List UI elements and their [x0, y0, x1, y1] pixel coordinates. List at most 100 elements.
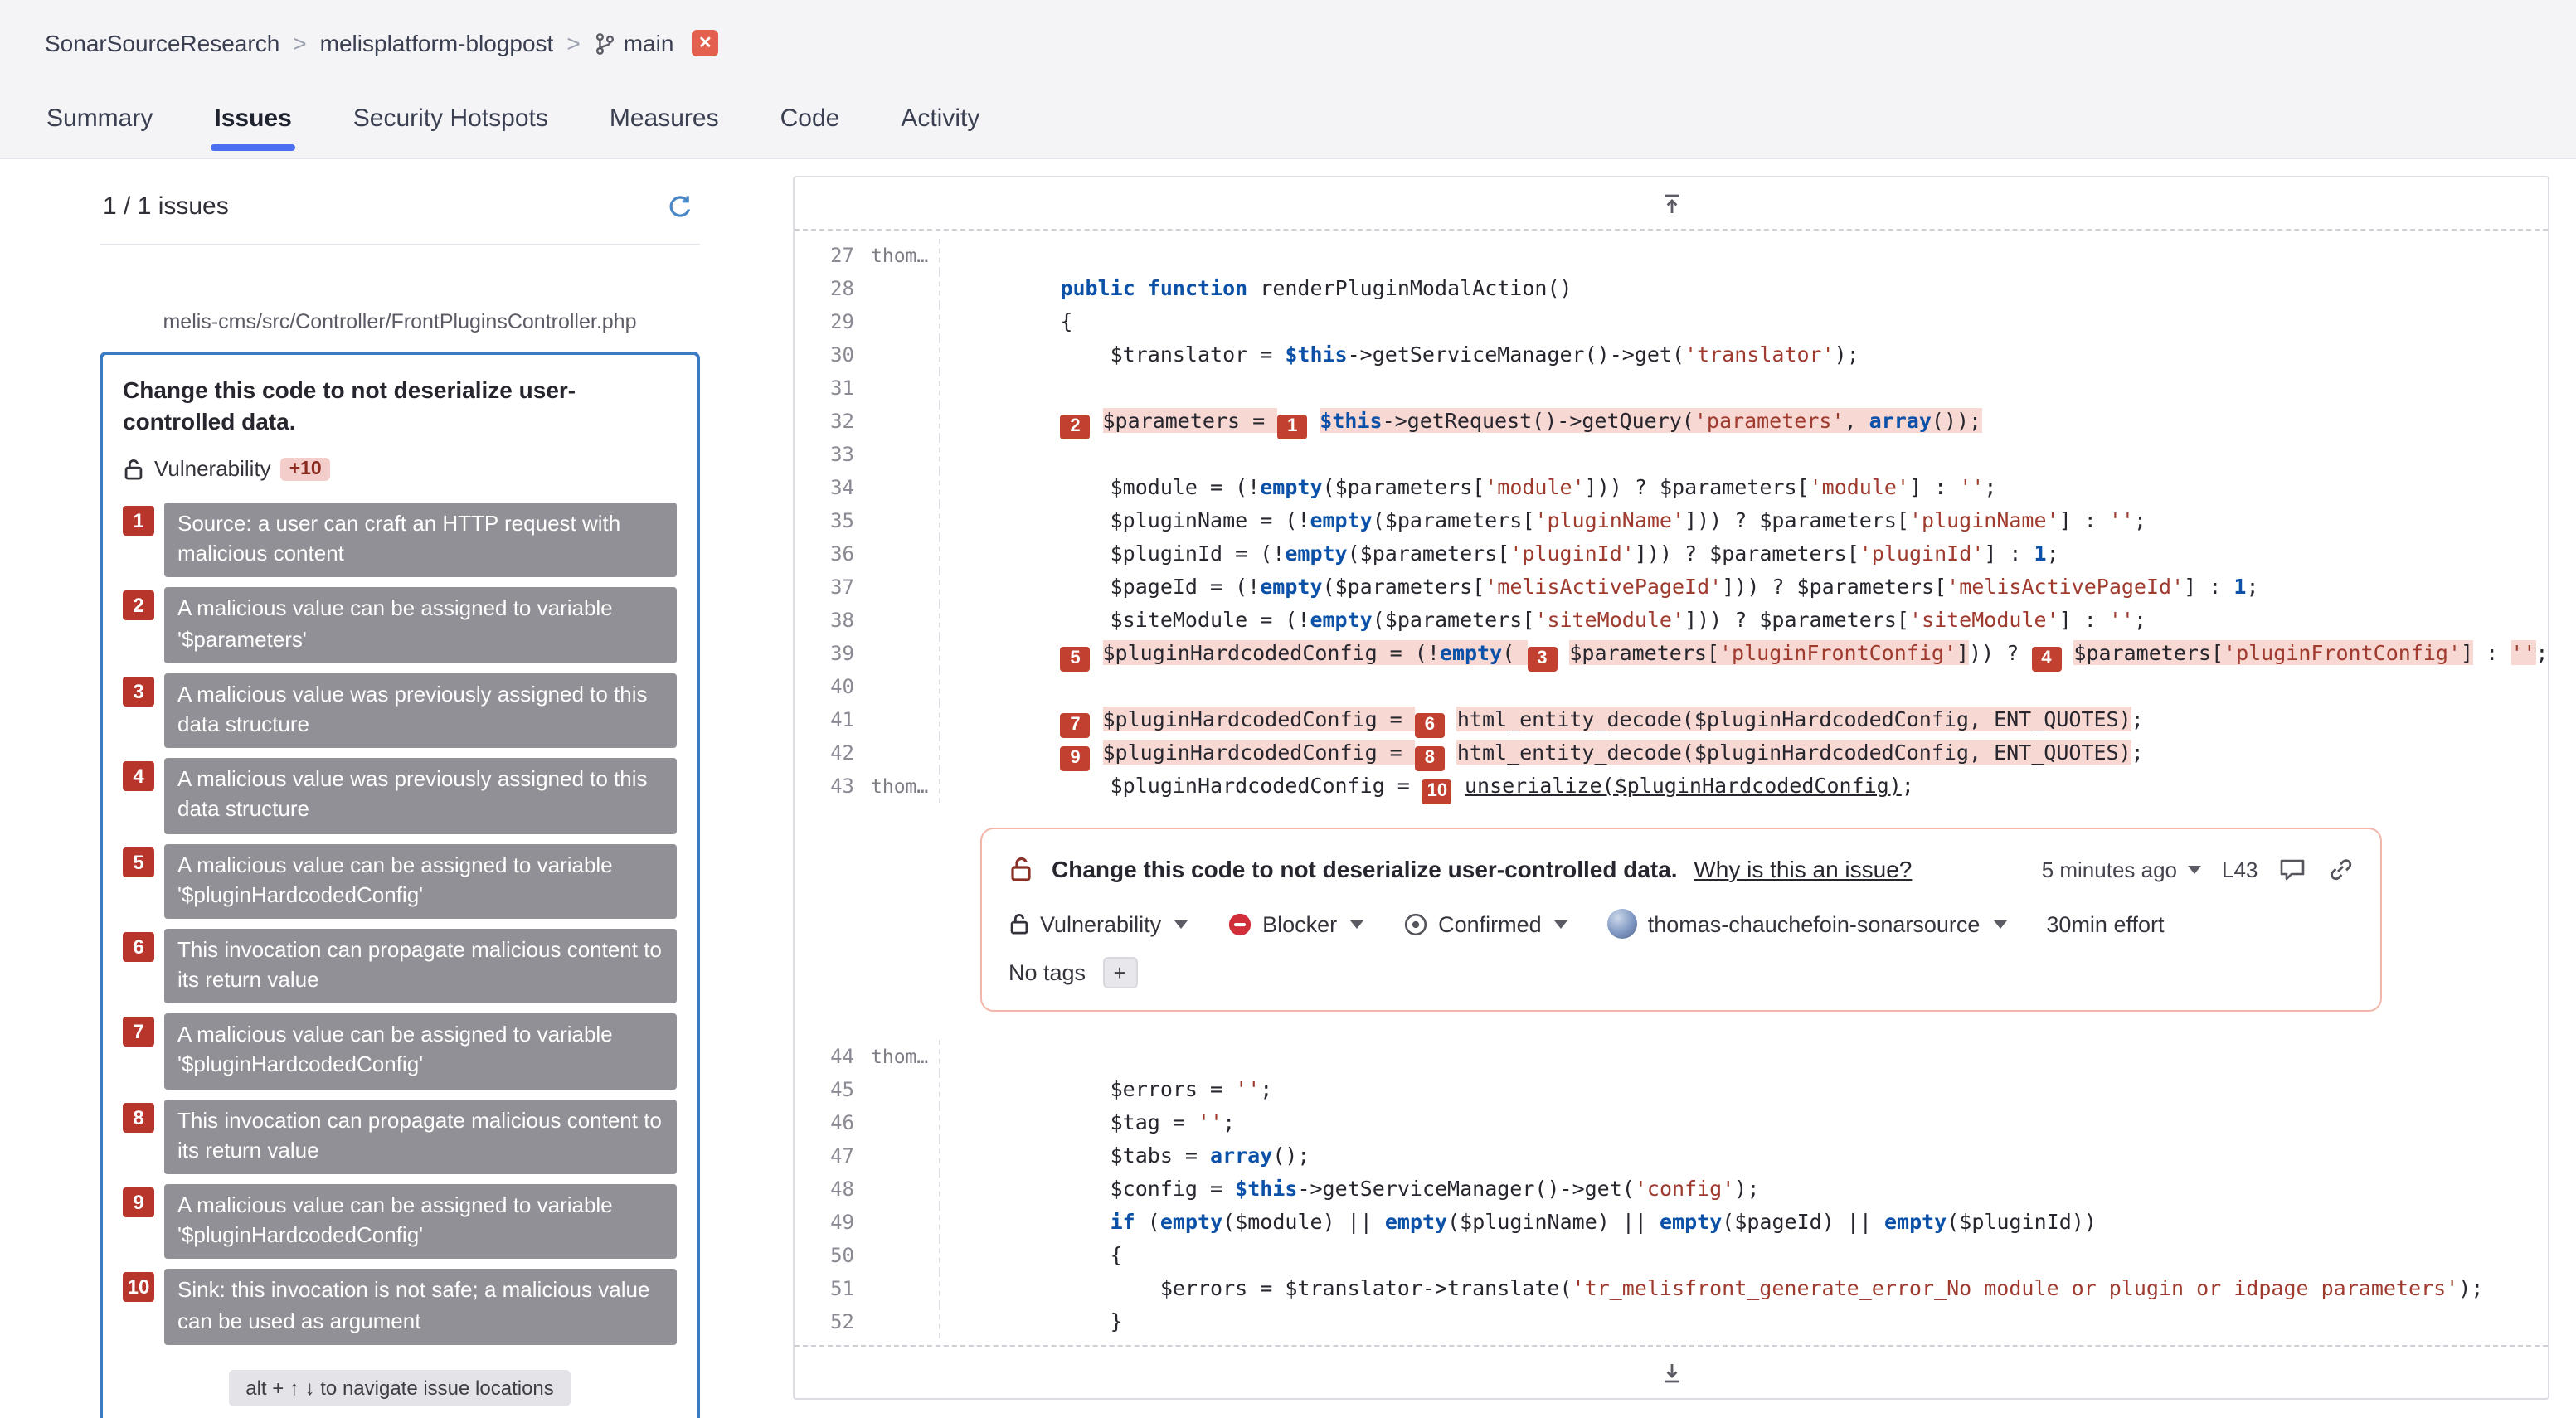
- comment-icon[interactable]: [2279, 857, 2306, 881]
- issue-location-step[interactable]: 1 Source: a user can craft an HTTP reques…: [123, 503, 677, 578]
- flow-location-marker[interactable]: 10: [1422, 779, 1452, 804]
- tab-issues[interactable]: Issues: [211, 76, 295, 159]
- project-nav-tabs: Summary Issues Security Hotspots Measure…: [45, 76, 2576, 159]
- line-number[interactable]: 36: [795, 537, 854, 571]
- code-text: {: [960, 308, 1073, 333]
- quality-gate-failed-badge[interactable]: ✕: [692, 30, 719, 56]
- breadcrumb-project-link[interactable]: melisplatform-blogpost: [320, 30, 554, 56]
- permalink-icon[interactable]: [2327, 856, 2354, 882]
- line-number[interactable]: 37: [795, 571, 854, 604]
- code-line: 50 {: [795, 1239, 2548, 1273]
- line-number[interactable]: 51: [795, 1273, 854, 1306]
- branch-selector[interactable]: main: [594, 30, 673, 56]
- issue-location-step[interactable]: 6 This invocation can propagate malicious…: [123, 928, 677, 1004]
- line-number[interactable]: 48: [795, 1173, 854, 1207]
- code-line: 44 thom…: [795, 1040, 2548, 1074]
- location-text: This invocation can propagate malicious …: [164, 1099, 677, 1175]
- code-line: 47 $tabs = array();: [795, 1139, 2548, 1173]
- tab-code[interactable]: Code: [780, 76, 840, 159]
- location-text: A malicious value can be assigned to var…: [164, 1184, 677, 1260]
- line-number[interactable]: 49: [795, 1207, 854, 1240]
- expand-lines-below-button[interactable]: [1653, 1355, 1689, 1391]
- code-text: $config = $this->getServiceManager()->ge…: [960, 1176, 1760, 1202]
- why-is-this-an-issue-link[interactable]: Why is this an issue?: [1694, 856, 1912, 882]
- issue-card-selected[interactable]: Change this code to not deserialize user…: [100, 352, 700, 1418]
- flow-location-marker[interactable]: 1: [1277, 414, 1308, 439]
- issue-location-step[interactable]: 2 A malicious value can be assigned to va…: [123, 587, 677, 663]
- tab-activity[interactable]: Activity: [901, 76, 979, 159]
- breadcrumb-org-link[interactable]: SonarSourceResearch: [45, 30, 279, 56]
- issue-type-dropdown[interactable]: Vulnerability: [1009, 912, 1188, 937]
- flow-location-marker[interactable]: 2: [1060, 414, 1091, 439]
- line-number[interactable]: 28: [795, 272, 854, 305]
- flow-location-marker[interactable]: 3: [1527, 646, 1558, 671]
- flow-location-marker[interactable]: 6: [1414, 712, 1445, 737]
- line-number[interactable]: 39: [795, 637, 854, 670]
- code-text: $pluginName = (!empty($parameters['plugi…: [960, 507, 2146, 532]
- issue-location-step[interactable]: 4 A malicious value was previously assign…: [123, 758, 677, 834]
- code-line: 38 $siteModule = (!empty($parameters['si…: [795, 604, 2548, 637]
- issue-status-dropdown[interactable]: Confirmed: [1403, 912, 1568, 937]
- issue-location-step[interactable]: 10 Sink: this invocation is not safe; a m…: [123, 1269, 677, 1345]
- flow-location-marker[interactable]: 8: [1414, 745, 1445, 770]
- line-number[interactable]: 32: [795, 405, 854, 438]
- chevron-down-icon: [1350, 920, 1364, 929]
- issue-location-step[interactable]: 7 A malicious value can be assigned to va…: [123, 1013, 677, 1090]
- blame-author: [854, 1139, 940, 1173]
- line-number[interactable]: 41: [795, 703, 854, 736]
- issue-age-dropdown[interactable]: 5 minutes ago: [2041, 857, 2201, 881]
- line-number[interactable]: 45: [795, 1074, 854, 1107]
- add-tag-button[interactable]: +: [1102, 957, 1138, 989]
- line-number[interactable]: 34: [795, 471, 854, 504]
- line-number[interactable]: 35: [795, 504, 854, 537]
- issue-status-value: Confirmed: [1438, 911, 1542, 937]
- issue-location-step[interactable]: 3 A malicious value was previously assign…: [123, 673, 677, 749]
- issue-line-ref[interactable]: L43: [2222, 857, 2258, 881]
- code-text: 2 $parameters = 1 $this->getRequest()->g…: [940, 405, 1982, 439]
- flow-location-marker[interactable]: 5: [1060, 646, 1091, 671]
- expand-below-strip: [795, 1345, 2549, 1399]
- flow-location-marker[interactable]: 7: [1060, 712, 1091, 737]
- line-number[interactable]: 42: [795, 736, 854, 770]
- tab-security-hotspots[interactable]: Security Hotspots: [353, 76, 548, 159]
- line-number[interactable]: 30: [795, 338, 854, 371]
- refresh-button[interactable]: [667, 193, 693, 220]
- code-viewer: 27 thom… 28 public function renderPluginMo…: [793, 176, 2550, 1401]
- issue-age: 5 minutes ago: [2041, 857, 2178, 881]
- line-number[interactable]: 27: [795, 239, 854, 272]
- code-line: 51 $errors = $translator->translate('tr_…: [795, 1272, 2548, 1306]
- line-number[interactable]: 46: [795, 1107, 854, 1140]
- tab-measures[interactable]: Measures: [610, 76, 719, 159]
- issue-assignee-dropdown[interactable]: thomas-chauchefoin-sonarsource: [1607, 909, 2007, 940]
- issue-meta-row: Vulnerability Blocker Confirmed thomas-c…: [1009, 909, 2354, 940]
- line-number[interactable]: 52: [795, 1306, 854, 1339]
- issue-location-step[interactable]: 8 This invocation can propagate malicious…: [123, 1099, 677, 1175]
- code-line: 28 public function renderPluginModalActi…: [795, 272, 2548, 305]
- line-number[interactable]: 33: [795, 438, 854, 471]
- code-lines-below-issue: 44 thom… 45 $errors = ''; 46 $tag = ''; 47 $…: [795, 1032, 2548, 1346]
- flow-location-marker[interactable]: 4: [2031, 646, 2062, 671]
- line-number[interactable]: 29: [795, 305, 854, 338]
- expand-lines-above-button[interactable]: [1653, 185, 1689, 221]
- code-line: 32 2 $parameters = 1 $this->getRequest()…: [795, 405, 2548, 439]
- line-number[interactable]: 47: [795, 1140, 854, 1173]
- issue-severity-dropdown[interactable]: Blocker: [1227, 912, 1364, 937]
- line-number[interactable]: 38: [795, 604, 854, 637]
- issue-message-text: Change this code to not deserialize user…: [1052, 856, 1678, 882]
- tab-summary[interactable]: Summary: [46, 76, 153, 159]
- issue-location-step[interactable]: 5 A malicious value can be assigned to va…: [123, 843, 677, 919]
- line-number[interactable]: 43: [795, 770, 854, 803]
- confirmed-status-icon: [1403, 912, 1428, 937]
- issue-location-step[interactable]: 9 A malicious value can be assigned to va…: [123, 1184, 677, 1260]
- flow-location-marker[interactable]: 9: [1060, 745, 1091, 770]
- chevron-down-icon: [2187, 865, 2201, 873]
- location-text: Source: a user can craft an HTTP request…: [164, 503, 677, 578]
- line-number[interactable]: 44: [795, 1041, 854, 1074]
- code-line: 42 9 $pluginHardcodedConfig = 8 html_ent…: [795, 736, 2548, 770]
- line-number[interactable]: 50: [795, 1240, 854, 1273]
- vulnerability-lock-icon: [1009, 913, 1030, 936]
- line-number[interactable]: 40: [795, 670, 854, 703]
- location-text: A malicious value can be assigned to var…: [164, 1013, 677, 1090]
- line-number[interactable]: 31: [795, 371, 854, 405]
- location-number-badge: 6: [123, 931, 154, 962]
